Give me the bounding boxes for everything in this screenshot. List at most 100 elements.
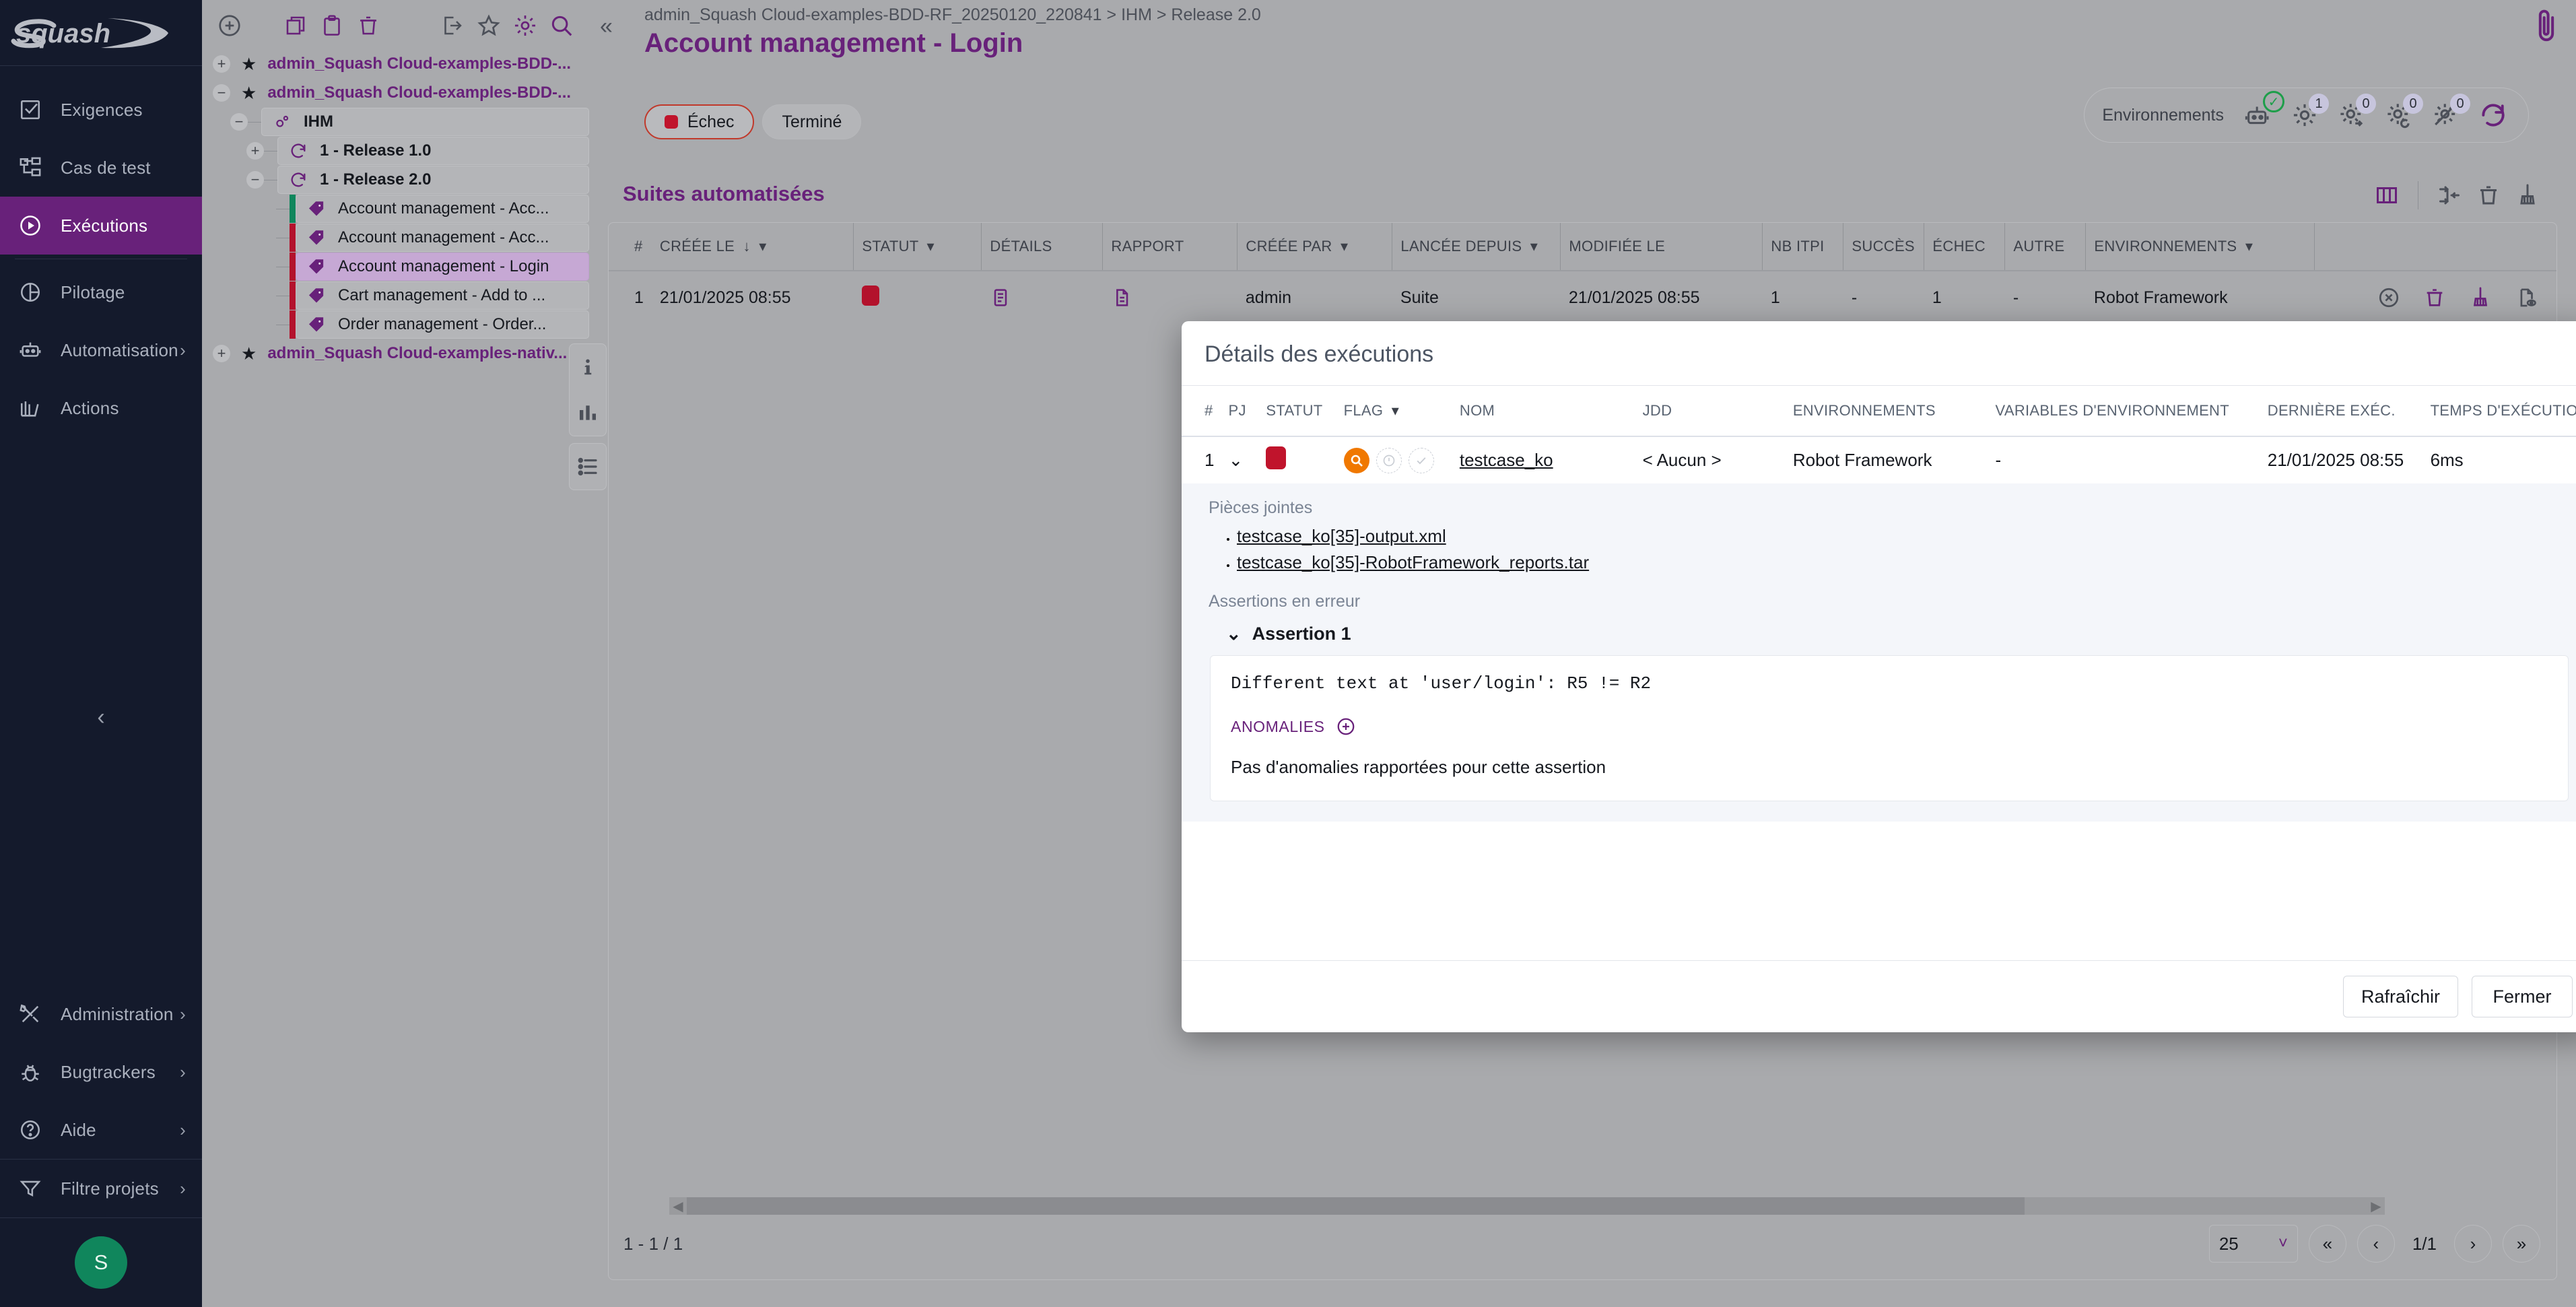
tree-row[interactable]: + ★ admin_Squash Cloud-examples-BDD-... <box>202 50 589 78</box>
filter-icon[interactable]: ▾ <box>1530 238 1538 255</box>
tree-node[interactable]: Cart management - Add to ... <box>296 281 589 310</box>
bar-chart-icon[interactable] <box>569 390 607 436</box>
tree-toggle[interactable]: − <box>246 171 264 189</box>
search-icon[interactable] <box>543 7 580 44</box>
tree-toggle[interactable]: − <box>213 84 230 102</box>
star-icon[interactable] <box>471 7 507 44</box>
tree-toggle[interactable]: + <box>246 142 264 160</box>
tree-node[interactable]: Order management - Order... <box>296 310 589 339</box>
col-report[interactable]: RAPPORT <box>1103 223 1238 271</box>
col-failure[interactable]: ÉCHEC <box>1924 223 2005 271</box>
delete-icon[interactable] <box>2419 282 2450 313</box>
tree-row-suite[interactable]: Cart management - Add to ... <box>202 281 589 310</box>
sidebar-collapse-button[interactable]: ‹ <box>0 700 202 734</box>
details-icon[interactable] <box>990 287 1095 308</box>
broom-icon[interactable] <box>2510 178 2545 213</box>
refresh-button[interactable]: Rafraîchir <box>2343 976 2458 1017</box>
attachment-icon[interactable] <box>2532 5 2561 47</box>
col-success[interactable]: SUCCÈS <box>1843 223 1924 271</box>
filter-icon[interactable]: ▾ <box>1341 238 1348 255</box>
execution-name-link[interactable]: testcase_ko <box>1460 450 1553 470</box>
col-status[interactable]: STATUT ▾ <box>854 223 982 271</box>
sidebar-item-administration[interactable]: Administration › <box>0 985 202 1043</box>
gear-icon[interactable]: 1 <box>2287 98 2322 133</box>
paste-icon[interactable] <box>314 7 350 44</box>
sidebar-item-filtre-projets[interactable]: Filtre projets › <box>0 1160 202 1217</box>
tree-row-suite[interactable]: Order management - Order... <box>202 310 589 339</box>
tree-row-suite[interactable]: Account management - Acc... <box>202 224 589 252</box>
gear-icon[interactable] <box>507 7 543 44</box>
filter-icon[interactable]: ▾ <box>927 238 935 255</box>
export-icon[interactable] <box>434 7 471 44</box>
warning-flag-icon[interactable] <box>1376 448 1402 473</box>
gear-refresh-icon[interactable]: 0 <box>2381 98 2416 133</box>
col-modified-at[interactable]: MODIFIÉE LE <box>1561 223 1763 271</box>
info-icon[interactable] <box>569 344 607 390</box>
cancel-icon[interactable] <box>2373 282 2404 313</box>
cell-name[interactable]: testcase_ko <box>1453 436 1636 483</box>
status-chip-termine[interactable]: Terminé <box>762 104 861 139</box>
prev-page-button[interactable]: ‹ <box>2357 1225 2395 1263</box>
gear-transfer-icon[interactable]: 0 <box>2334 98 2369 133</box>
tree-row[interactable]: − ★ admin_Squash Cloud-examples-BDD-... <box>202 79 589 107</box>
horizontal-scrollbar[interactable]: ◀ ▶ <box>669 1197 2385 1215</box>
scroll-right-arrow-icon[interactable]: ▶ <box>2367 1197 2385 1215</box>
sidebar-item-cas-de-test[interactable]: Cas de test <box>0 139 202 197</box>
filter-icon[interactable]: ▾ <box>759 238 766 255</box>
tree-toggle[interactable]: + <box>213 345 230 362</box>
list-icon[interactable] <box>569 444 607 490</box>
tree-toggle[interactable]: − <box>230 113 248 131</box>
magnifier-flag-icon[interactable] <box>1344 448 1369 473</box>
tree-row-suite[interactable]: Account management - Acc... <box>202 195 589 223</box>
report-preview-icon[interactable] <box>2511 282 2542 313</box>
robot-icon[interactable]: ✓ <box>2240 98 2275 133</box>
sidebar-item-automatisation[interactable]: Automatisation › <box>0 321 202 379</box>
cell-details[interactable] <box>982 271 1103 324</box>
tree-node[interactable]: 1 - Release 2.0 <box>277 166 589 194</box>
col-created-by[interactable]: CRÉÉE PAR ▾ <box>1238 223 1392 271</box>
col-flag[interactable]: FLAG ▾ <box>1337 386 1453 436</box>
sidebar-item-bugtrackers[interactable]: Bugtrackers › <box>0 1043 202 1101</box>
add-circle-icon[interactable] <box>1336 716 1356 737</box>
tree-node[interactable]: Account management - Login <box>296 253 589 281</box>
tree-row-release-1-0[interactable]: + 1 - Release 1.0 <box>202 137 589 165</box>
col-details[interactable]: DÉTAILS <box>982 223 1103 271</box>
scroll-left-arrow-icon[interactable]: ◀ <box>669 1197 687 1215</box>
sidebar-item-actions[interactable]: Actions <box>0 379 202 437</box>
col-num[interactable]: # <box>609 223 652 271</box>
col-launched-from[interactable]: LANCÉE DEPUIS ▾ <box>1392 223 1561 271</box>
filter-toggle-icon[interactable] <box>2432 178 2467 213</box>
gear-disabled-icon[interactable]: 0 <box>2429 98 2464 133</box>
report-icon[interactable] <box>1111 287 1229 308</box>
cell-report[interactable] <box>1103 271 1238 324</box>
first-page-button[interactable]: « <box>2309 1225 2346 1263</box>
tree-node[interactable]: IHM <box>261 108 589 136</box>
attachment-link[interactable]: testcase_ko[35]-output.xml <box>1237 526 1446 546</box>
delete-icon[interactable] <box>2471 178 2506 213</box>
sidebar-item-exigences[interactable]: Exigences <box>0 81 202 139</box>
tree-row-suite-selected[interactable]: Account management - Login <box>202 253 589 281</box>
collapse-tree-button[interactable]: « <box>600 13 613 40</box>
tree-row-release-2-0[interactable]: − 1 - Release 2.0 <box>202 166 589 194</box>
tree-row-ihm[interactable]: − IHM <box>202 108 589 136</box>
cell-pj-expand[interactable]: ⌄ <box>1222 436 1260 483</box>
table-row[interactable]: 1 21/01/2025 08:55 <box>609 271 2556 324</box>
col-created-at[interactable]: CRÉÉE LE ↓ ▾ <box>652 223 854 271</box>
sidebar-item-pilotage[interactable]: Pilotage <box>0 263 202 321</box>
brand-logo[interactable]: squash <box>0 0 202 66</box>
tree-toggle[interactable]: + <box>213 55 230 73</box>
attachment-link[interactable]: testcase_ko[35]-RobotFramework_reports.t… <box>1237 552 1589 572</box>
tree-node[interactable]: 1 - Release 1.0 <box>277 137 589 165</box>
columns-icon[interactable] <box>2369 178 2404 213</box>
next-page-button[interactable]: › <box>2454 1225 2492 1263</box>
copy-icon[interactable] <box>277 7 314 44</box>
tree-node[interactable]: Account management - Acc... <box>296 195 589 223</box>
col-nb-itpi[interactable]: NB ITPI <box>1763 223 1843 271</box>
table-row[interactable]: 1 ⌄ <box>1182 436 2576 483</box>
check-flag-icon[interactable] <box>1409 448 1434 473</box>
sidebar-item-executions[interactable]: Exécutions <box>0 197 202 255</box>
broom-icon[interactable] <box>2465 282 2496 313</box>
filter-icon[interactable]: ▾ <box>2245 238 2253 255</box>
page-size-select[interactable]: 25 ˅ <box>2209 1225 2298 1263</box>
close-button[interactable]: Fermer <box>2472 976 2573 1017</box>
